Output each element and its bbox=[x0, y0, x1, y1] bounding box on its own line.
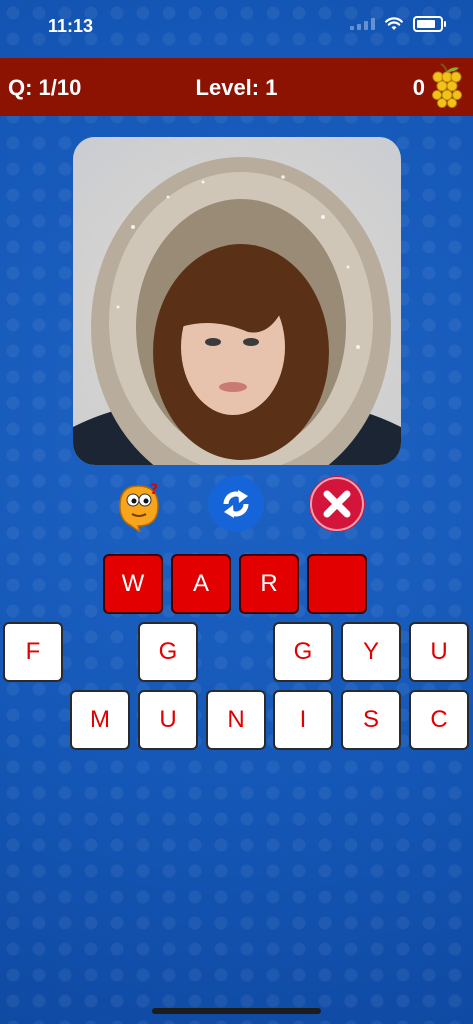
coin-count: 0 bbox=[412, 75, 425, 100]
letter-key[interactable]: M bbox=[70, 690, 130, 750]
status-time: 11:13 bbox=[48, 16, 94, 36]
cellular-signal-icon bbox=[350, 18, 375, 30]
svg-text:?: ? bbox=[150, 482, 158, 498]
answer-slot[interactable]: W bbox=[103, 554, 163, 614]
puzzle-photo bbox=[73, 137, 401, 465]
home-indicator[interactable] bbox=[152, 1008, 321, 1014]
wifi-icon bbox=[385, 17, 403, 30]
letter-key[interactable]: S bbox=[341, 690, 401, 750]
shuffle-button[interactable] bbox=[208, 476, 264, 532]
level-label: Level: 1 bbox=[195, 75, 278, 100]
letter-key[interactable]: I bbox=[273, 690, 333, 750]
letter-key[interactable]: U bbox=[138, 690, 198, 750]
battery-icon bbox=[413, 16, 446, 32]
close-icon bbox=[310, 477, 364, 531]
status-icons bbox=[350, 16, 446, 32]
answer-slot[interactable] bbox=[307, 554, 367, 614]
hint-button[interactable]: ? bbox=[110, 476, 166, 534]
answer-slot[interactable]: R bbox=[239, 554, 299, 614]
shuffle-icon bbox=[223, 490, 249, 518]
letter-key[interactable]: G bbox=[273, 622, 333, 682]
photo-illustration bbox=[73, 157, 401, 465]
letter-key[interactable]: F bbox=[3, 622, 63, 682]
letter-key[interactable]: G bbox=[138, 622, 198, 682]
status-bar: 11:13 bbox=[0, 0, 473, 58]
letter-key[interactable]: C bbox=[409, 690, 469, 750]
letter-key[interactable]: U bbox=[409, 622, 469, 682]
game-header: Q: 1/10 Level: 1 0 bbox=[0, 58, 473, 116]
grapes-icon bbox=[432, 63, 462, 108]
hint-mascot-icon: ? bbox=[119, 482, 159, 534]
letter-key[interactable]: N bbox=[206, 690, 266, 750]
letter-key[interactable]: Y bbox=[341, 622, 401, 682]
answer-slot[interactable]: A bbox=[171, 554, 231, 614]
remove-letters-button[interactable] bbox=[309, 476, 365, 532]
